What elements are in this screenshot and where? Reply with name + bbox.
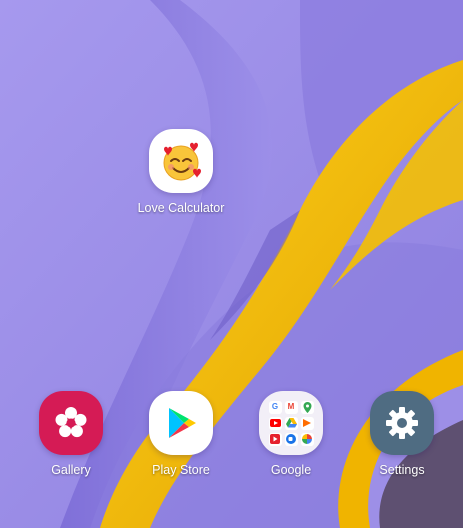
app-icon-settings[interactable] [370,391,434,455]
app-icon-gallery[interactable] [39,391,103,455]
google-search-icon: G [268,400,282,414]
maps-icon [300,400,314,414]
smiling-face-with-hearts-icon [163,142,201,181]
play-triangle-icon [169,408,196,438]
app-play-store[interactable]: Play Store [126,391,236,477]
app-label-google: Google [270,463,312,477]
play-music-icon [300,416,314,430]
folder-google[interactable]: G M Google [236,391,346,477]
app-label-play-store: Play Store [152,463,210,477]
gmail-icon: M [284,400,298,414]
folder-app-grid: G M [268,400,314,446]
app-icon-love-calculator[interactable] [149,129,213,193]
app-label-settings: Settings [379,463,425,477]
gear-icon [386,407,418,439]
drive-icon [284,416,298,430]
app-settings[interactable]: Settings [347,391,457,477]
app-love-calculator[interactable]: Love Calculator [126,129,236,215]
app-folder-icon[interactable]: G M [259,391,323,455]
app-icon-play-store[interactable] [149,391,213,455]
app-gallery[interactable]: Gallery [16,391,126,477]
duo-icon [284,432,298,446]
app-label-gallery: Gallery [51,463,91,477]
flower-icon [55,407,87,438]
play-movies-icon [268,432,282,446]
photos-icon [300,432,314,446]
youtube-icon [268,416,282,430]
app-label-love-calculator: Love Calculator [137,201,225,215]
